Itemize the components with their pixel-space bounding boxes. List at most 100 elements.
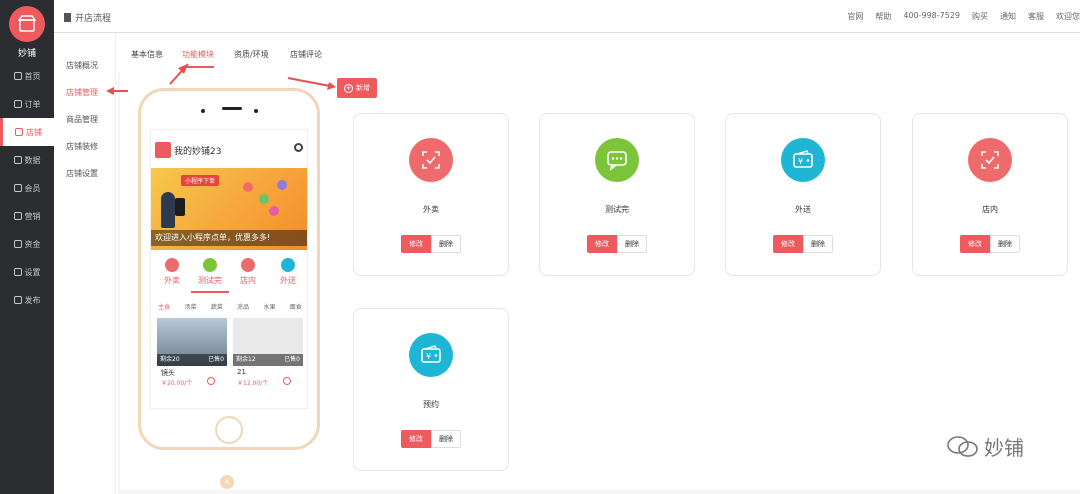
shop-name: 我的妙铺23 — [174, 147, 222, 157]
category-icon — [241, 258, 255, 272]
category-item[interactable]: 店内 — [229, 258, 267, 286]
edit-button[interactable]: 修改 — [401, 235, 431, 253]
sidebar-item-label: 发布 — [24, 295, 41, 305]
sidebar-item-settings[interactable]: 设置 — [0, 258, 54, 286]
menu-item[interactable]: 凉品 — [237, 302, 249, 314]
product-card[interactable]: 剩余20 已售0 镜头 ￥20.00/个 — [157, 318, 227, 408]
tab-reviews[interactable]: 店铺评论 — [290, 49, 322, 60]
shop-header: 我的妙铺23 — [151, 130, 307, 168]
svg-text:¥: ¥ — [798, 157, 803, 166]
category-label: 测试完 — [198, 276, 222, 285]
category-item[interactable]: 测试完 — [191, 258, 229, 286]
menu-item[interactable]: 水果 — [263, 302, 275, 314]
notify-dropdown[interactable]: 通知 — [1000, 11, 1016, 22]
close-preview-icon[interactable]: × — [220, 475, 234, 489]
delete-button[interactable]: 删除 — [803, 235, 833, 253]
user-menu[interactable]: 欢迎您 — [1056, 11, 1080, 22]
phone-screen: 我的妙铺23 小程序下单 欢迎进入小程序点单，优惠多多! 外卖 测试完 店内 外… — [150, 129, 308, 409]
search-icon[interactable] — [294, 143, 303, 152]
module-card: 外卖 修改 删除 — [353, 113, 509, 276]
tab-qualification[interactable]: 资质/环境 — [234, 49, 269, 60]
page-title: 开店流程 — [64, 11, 111, 24]
module-card: ¥ 预约 修改 删除 — [353, 308, 509, 471]
sidebar-item-funds[interactable]: 资金 — [0, 230, 54, 258]
menu-item[interactable]: 汤菜 — [184, 302, 196, 314]
check-icon — [968, 138, 1012, 182]
banner-tag: 小程序下单 — [181, 175, 220, 186]
delete-button[interactable]: 删除 — [617, 235, 647, 253]
phone-number: 400-998-7529 — [903, 11, 960, 20]
annotation-arrow-icon — [106, 63, 189, 95]
subnav-item-decor[interactable]: 店铺装修 — [66, 141, 98, 152]
banner-bubble — [277, 180, 287, 190]
buy-link[interactable]: 购买 — [972, 11, 988, 22]
sidebar-item-data[interactable]: 数据 — [0, 146, 54, 174]
category-icon — [281, 258, 295, 272]
banner-figure — [161, 192, 175, 228]
page-title-text: 开店流程 — [75, 14, 112, 24]
subnav-item-overview[interactable]: 店铺概况 — [66, 60, 98, 71]
sidebar-item-label: 订单 — [24, 99, 41, 109]
money-icon — [13, 240, 22, 248]
sidebar-item-marketing[interactable]: 营销 — [0, 202, 54, 230]
menu-item[interactable]: 主食 — [158, 302, 170, 314]
category-underline — [191, 291, 229, 293]
sidebar-item-publish[interactable]: 发布 — [0, 286, 54, 314]
category-label: 外卖 — [164, 276, 180, 285]
phone-home-button — [215, 416, 243, 444]
product-stock: 剩余20 已售0 — [157, 354, 227, 366]
wallet-icon: ¥ — [781, 138, 825, 182]
subnav-item-settings[interactable]: 店铺设置 — [66, 168, 98, 179]
delete-button[interactable]: 删除 — [431, 430, 461, 448]
svg-text:¥: ¥ — [426, 352, 431, 361]
help-link[interactable]: 帮助 — [875, 11, 891, 22]
subnav-item-shop-manage[interactable]: 店铺管理 — [66, 87, 98, 98]
edit-button[interactable]: 修改 — [773, 235, 803, 253]
category-item[interactable]: 外卖 — [153, 258, 191, 286]
official-site-link[interactable]: 官网 — [847, 11, 863, 22]
add-cart-icon[interactable] — [207, 377, 215, 385]
product-price: ￥12.00/个 — [237, 380, 269, 387]
product-card[interactable]: 剩余12 已售0 21 ￥12.00/个 — [233, 318, 303, 408]
add-button[interactable]: + 新增 — [337, 78, 377, 98]
service-dropdown[interactable]: 客服 — [1028, 11, 1044, 22]
category-row: 外卖 测试完 店内 外送 — [151, 258, 307, 293]
add-cart-icon[interactable] — [283, 377, 291, 385]
phone-preview: 我的妙铺23 小程序下单 欢迎进入小程序点单，优惠多多! 外卖 测试完 店内 外… — [138, 88, 320, 450]
publish-icon — [13, 296, 22, 304]
sub-sidebar: 店铺概况 店铺管理 商品管理 店铺装修 店铺设置 — [54, 34, 116, 494]
watermark: 妙铺 — [946, 432, 1024, 461]
sidebar-item-members[interactable]: 会员 — [0, 174, 54, 202]
module-name: 店内 — [982, 205, 998, 214]
menu-item[interactable]: 蔬菜 — [211, 302, 223, 314]
product-name: 镜头 — [161, 369, 175, 377]
sidebar-item-orders[interactable]: 订单 — [0, 90, 54, 118]
subnav-item-goods[interactable]: 商品管理 — [66, 114, 98, 125]
category-icon — [203, 258, 217, 272]
edit-button[interactable]: 修改 — [401, 430, 431, 448]
shop-logo-icon[interactable] — [9, 6, 45, 42]
category-item[interactable]: 外送 — [269, 258, 307, 286]
shop-banner: 小程序下单 欢迎进入小程序点单，优惠多多! — [151, 168, 307, 250]
edit-button[interactable]: 修改 — [960, 235, 990, 253]
tag-icon — [13, 212, 22, 220]
sidebar-item-home[interactable]: 首页 — [0, 62, 54, 90]
annotation-arrow-icon — [287, 77, 336, 90]
wallet-icon: ¥ — [409, 333, 453, 377]
sidebar-item-shop[interactable]: 店铺 — [0, 118, 54, 146]
tab-basic-info[interactable]: 基本信息 — [131, 49, 163, 60]
module-name: 外卖 — [423, 205, 439, 214]
delete-button[interactable]: 删除 — [431, 235, 461, 253]
menu-item[interactable]: 面食 — [290, 302, 302, 314]
sidebar-item-label: 数据 — [24, 155, 41, 165]
delete-button[interactable]: 删除 — [990, 235, 1020, 253]
shop-icon — [15, 128, 23, 136]
sidebar-item-label: 营销 — [24, 211, 41, 221]
edit-button[interactable]: 修改 — [587, 235, 617, 253]
product-price: ￥20.00/个 — [161, 380, 193, 387]
phone-graphic — [175, 198, 185, 216]
add-button-label: 新增 — [356, 84, 370, 92]
book-icon — [64, 13, 71, 22]
sidebar-item-label: 店铺 — [26, 127, 42, 137]
app-root: 妙铺 首页 订单 店铺 数据 会员 营销 资金 设置 发布 开店流程 官网 帮助… — [0, 0, 1080, 494]
